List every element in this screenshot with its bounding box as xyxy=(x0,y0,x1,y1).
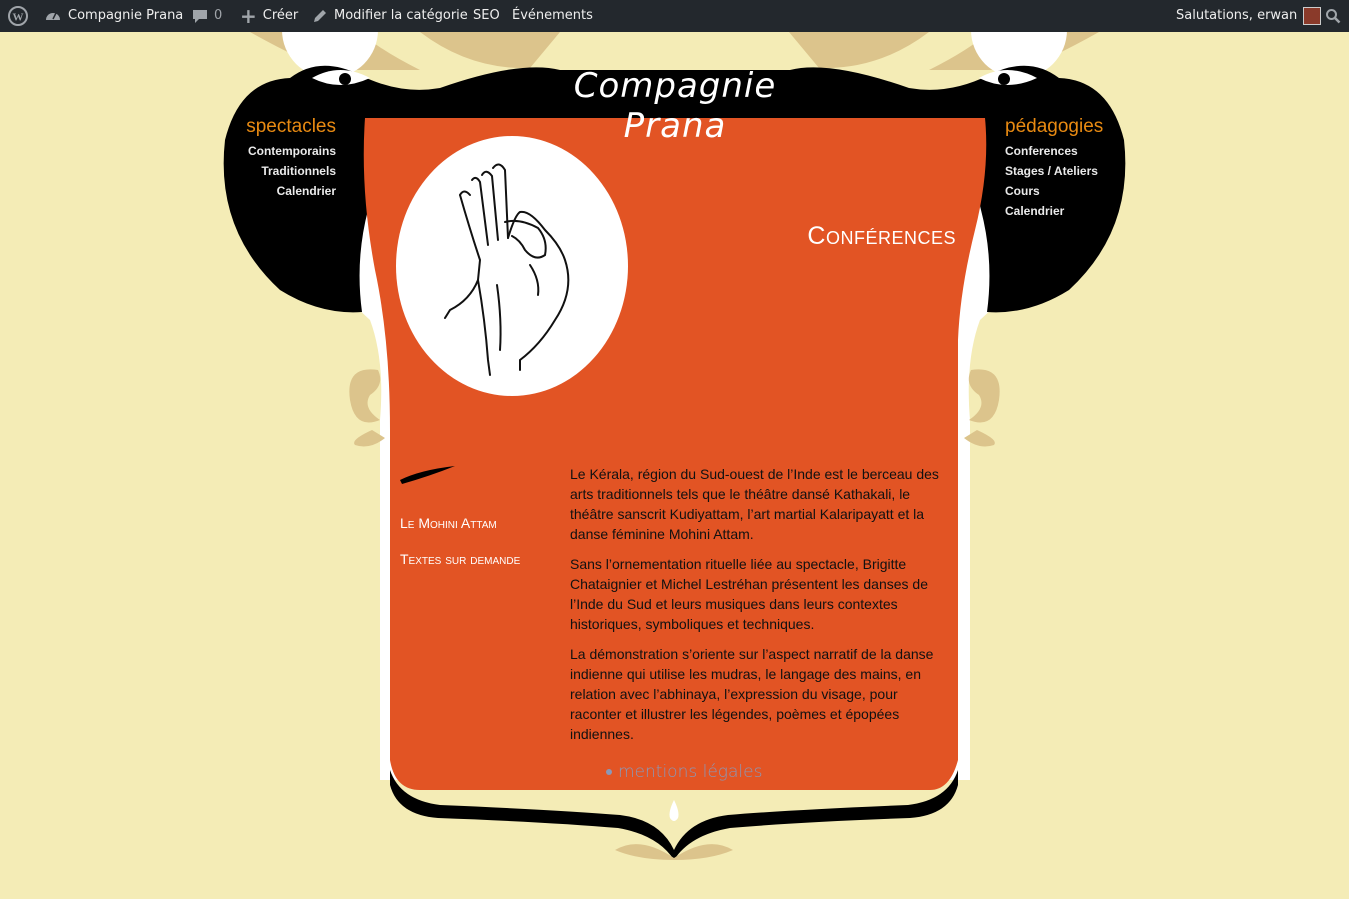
nav-item-stages-ateliers[interactable]: Stages / Ateliers xyxy=(1005,161,1125,181)
wordpress-menu[interactable]: W xyxy=(8,0,28,32)
edit-category-label: Modifier la catégorie xyxy=(334,8,468,23)
nav-spectacles: Contemporains Traditionnels Calendrier xyxy=(230,141,336,201)
site-name-label: Compagnie Prana xyxy=(68,8,184,23)
comment-icon xyxy=(192,8,208,24)
site-logo[interactable]: Compagnie Prana xyxy=(540,66,810,146)
nav-heading-pedagogies[interactable]: pédagogies xyxy=(1005,116,1103,138)
edit-category-link[interactable]: Modifier la catégorie xyxy=(312,0,468,32)
comments-count: 0 xyxy=(214,8,223,23)
create-menu[interactable]: + Créer xyxy=(240,0,298,32)
subpage-links: Le Mohini Attam Textes sur demande xyxy=(400,512,520,584)
page-title: Conférences xyxy=(807,222,956,250)
account-menu[interactable]: Salutations, erwan xyxy=(1176,0,1322,32)
wordpress-logo-icon: W xyxy=(8,6,28,26)
greeting-label: Salutations, erwan xyxy=(1176,8,1298,23)
content-paragraph: Sans l’ornementation rituelle liée au sp… xyxy=(570,556,928,632)
dashboard-icon xyxy=(44,7,62,25)
bullet-icon xyxy=(606,769,612,775)
nav-pedagogies: Conferences Stages / Ateliers Cours Cale… xyxy=(1005,141,1125,221)
nav-item-cours[interactable]: Cours xyxy=(1005,181,1125,201)
link-mohini-attam[interactable]: Le Mohini Attam xyxy=(400,512,520,548)
content-paragraph: La démonstration s’oriente sur l’aspect … xyxy=(570,646,934,742)
nav-item-contemporains[interactable]: Contemporains xyxy=(230,141,336,161)
admin-search[interactable] xyxy=(1325,0,1341,32)
svg-text:W: W xyxy=(13,12,24,24)
seo-menu[interactable]: SEO xyxy=(473,0,500,32)
seo-label: SEO xyxy=(473,8,500,23)
comments-link[interactable]: 0 xyxy=(192,0,222,32)
nav-item-calendrier-pedagogies[interactable]: Calendrier xyxy=(1005,201,1125,221)
pencil-icon xyxy=(312,8,328,24)
page-content: Le Kérala, région du Sud-ouest de l’Inde… xyxy=(570,464,948,754)
events-menu[interactable]: Événements xyxy=(512,0,593,32)
avatar xyxy=(1303,7,1322,25)
wp-admin-bar: W Compagnie Prana 0 + Créer Modifier la … xyxy=(0,0,1349,32)
legal-notice-label: mentions légales xyxy=(618,762,763,782)
events-label: Événements xyxy=(512,8,593,23)
create-label: Créer xyxy=(262,8,299,23)
search-icon xyxy=(1325,8,1341,24)
content-paragraph: Le Kérala, région du Sud-ouest de l’Inde… xyxy=(570,466,939,542)
site-name-link[interactable]: Compagnie Prana xyxy=(44,0,183,32)
legal-notice-link[interactable]: mentions légales xyxy=(606,762,762,782)
nav-item-traditionnels[interactable]: Traditionnels xyxy=(230,161,336,181)
nav-item-conferences[interactable]: Conferences xyxy=(1005,141,1125,161)
nav-heading-spectacles[interactable]: spectacles xyxy=(242,116,336,138)
nav-item-calendrier[interactable]: Calendrier xyxy=(230,181,336,201)
link-textes-sur-demande[interactable]: Textes sur demande xyxy=(400,548,520,584)
plus-icon: + xyxy=(240,4,257,28)
